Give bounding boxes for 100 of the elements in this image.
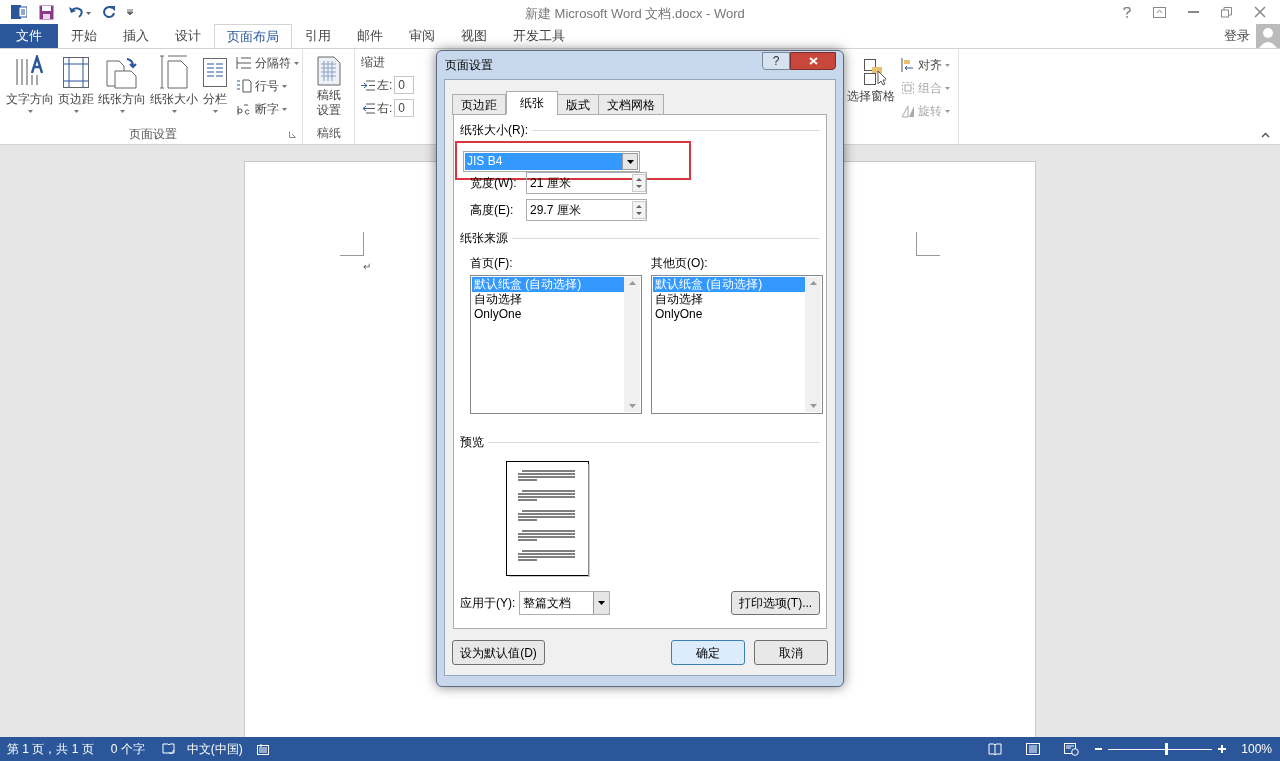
list-item[interactable]: OnlyOne [472,307,624,322]
customize-icon[interactable] [126,8,134,16]
field-label: 宽度(W): [470,175,518,192]
ribbon-display-icon[interactable] [1153,6,1166,18]
zoom-level[interactable]: 100% [1241,740,1272,758]
ribbon-button[interactable]: 分隔符 [236,53,299,73]
collapse-ribbon-icon[interactable] [1261,132,1270,138]
spinner-icon[interactable] [632,201,646,219]
dialog-tab[interactable]: 页边距 [452,94,506,115]
draft-paper-button[interactable]: 稿纸 设置 [316,56,341,122]
ribbon-button[interactable]: 文字方向 [4,55,56,121]
apply-to-dropdown[interactable]: 整篇文档 [519,591,611,615]
print-options-button[interactable]: 打印选项(T)... [731,591,820,615]
ribbon-button[interactable]: 页边距 [56,55,96,121]
list-item[interactable]: OnlyOne [653,307,805,322]
draft-paper-icon [316,56,341,86]
file-tab[interactable]: 文件 [0,24,58,48]
indent-field[interactable]: 0 [394,76,415,94]
crop-mark [916,232,940,256]
ribbon-button[interactable]: 对齐 [901,55,950,75]
zoom-in-icon[interactable] [1218,745,1227,753]
close-icon[interactable] [1254,6,1266,18]
help-button[interactable]: ? [762,52,790,70]
set-default-button[interactable]: 设为默认值(D) [452,640,545,665]
align-icon [901,58,915,72]
page-count[interactable]: 第 1 页，共 1 页 [7,740,94,758]
save-icon[interactable] [39,4,54,20]
dialog-tab[interactable]: 纸张 [506,91,558,115]
ribbon-tab[interactable]: 邮件 [344,24,396,48]
ribbon-tab[interactable]: 页面布局 [214,24,292,48]
field-label: 左: [377,77,393,94]
restore-icon[interactable] [1221,6,1232,18]
ribbon-tab[interactable]: 审阅 [396,24,448,48]
indent-field[interactable]: 0 [394,99,415,117]
sign-in-link[interactable]: 登录 [1224,26,1250,46]
zoom-slider[interactable] [1108,743,1213,755]
read-mode-icon[interactable] [988,743,1003,755]
ribbon-button[interactable]: 分栏 [200,55,230,121]
undo-icon[interactable] [68,5,92,19]
close-icon [808,57,818,65]
zoom-slider-thumb[interactable] [1165,743,1169,755]
section-label: 预览 [460,434,484,451]
dropdown-arrow-icon [294,61,299,65]
ribbon-tab[interactable]: 视图 [448,24,500,48]
dropdown-arrow-icon [27,110,33,113]
list-item[interactable]: 自动选择 [653,292,805,307]
dialog-tab[interactable]: 文档网格 [598,94,664,115]
word-count[interactable]: 0 个字 [110,740,145,758]
macro-icon[interactable] [256,743,269,755]
paper-tray-list[interactable]: 默认纸盒 (自动选择) 自动选择 OnlyOne [651,275,823,414]
ribbon-button[interactable]: 纸张大小 [148,55,200,121]
ribbon-tab[interactable]: 插入 [110,24,162,48]
help-icon[interactable] [1123,6,1131,18]
rotate-icon [901,104,915,118]
dropdown-arrow-icon [171,110,177,113]
redo-icon[interactable] [102,5,116,19]
dropdown-arrow-icon [945,86,950,90]
list-item[interactable]: 自动选择 [472,292,624,307]
ribbon-button[interactable]: 断字 [236,99,299,119]
window-title: 新建 Microsoft Word 文档.docx - Word [525,5,745,23]
spinner-icon[interactable] [632,174,646,192]
cancel-button[interactable]: 取消 [754,640,828,665]
line-numbers-icon [236,79,252,93]
word-icon[interactable] [11,4,27,20]
paragraph-mark: ↵ [363,260,371,274]
field-label: 高度(E): [470,202,515,219]
section-label: 纸张来源 [460,230,508,247]
ribbon-tab[interactable]: 开发工具 [500,24,578,48]
ribbon-tab[interactable]: 开始 [58,24,110,48]
paper-tray-list[interactable]: 默认纸盒 (自动选择) 自动选择 OnlyOne [470,275,642,414]
print-layout-icon[interactable] [1026,743,1041,755]
group-icon [901,81,915,95]
selection-pane-button[interactable]: 选择窗格 [845,57,897,113]
proofing-icon[interactable] [161,743,175,755]
language-indicator[interactable]: 中文(中国) [186,740,243,758]
dropdown-arrow-icon [598,601,606,605]
group-label: 页面设置 [129,126,177,143]
crop-mark [340,232,364,256]
dropdown-arrow-icon [282,107,287,111]
close-button[interactable] [790,52,836,70]
ribbon-button[interactable]: 行号 [236,76,299,96]
dialog-launcher-icon[interactable] [289,130,296,138]
ribbon-button[interactable]: 纸张方向 [96,55,148,121]
ribbon-tab[interactable]: 设计 [162,24,214,48]
ribbon-tab[interactable]: 引用 [292,24,344,48]
dropdown-arrow-icon [945,109,950,113]
web-layout-icon[interactable] [1064,742,1080,756]
margins-icon [62,55,90,89]
dialog-tab[interactable]: 版式 [557,94,599,115]
field-label: 右: [377,100,393,117]
dialog-title: 页面设置 [445,57,493,74]
dropdown-arrow-icon [73,110,79,113]
ok-button[interactable]: 确定 [671,640,745,665]
hyphenation-icon [236,102,252,116]
dropdown-arrow-icon [945,63,950,67]
group-label: 稿纸 [316,125,341,142]
breaks-icon [236,56,252,70]
height-field[interactable]: 29.7 厘米 [526,199,647,221]
columns-icon [202,55,228,89]
width-field[interactable]: 21 厘米 [526,172,647,194]
